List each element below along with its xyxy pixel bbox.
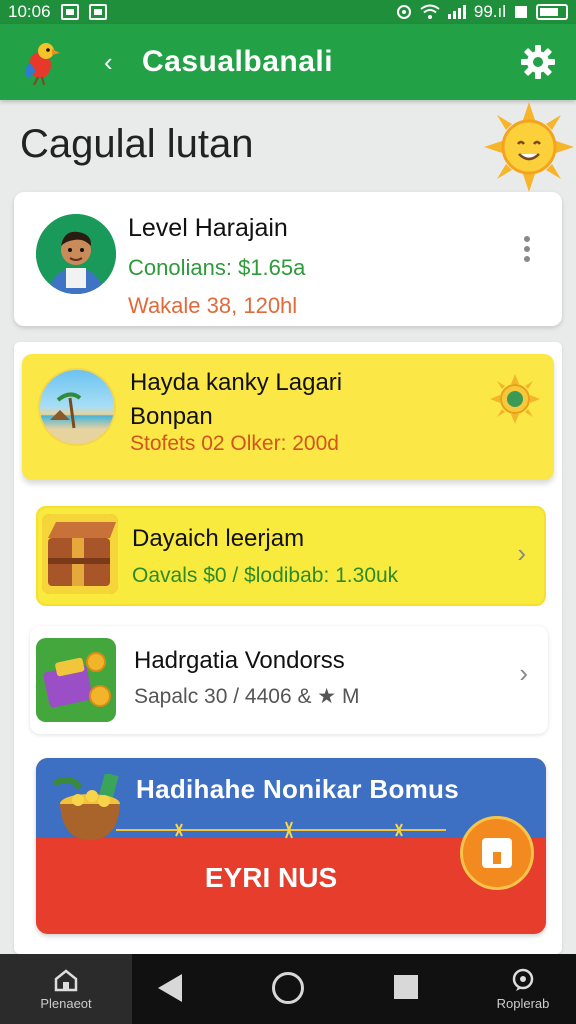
profile-card[interactable]: Level Harajain Conolians: $1.65a Wakale …: [14, 192, 562, 326]
beach-icon: [38, 368, 116, 446]
profile-stats: Wakale 38, 120hl: [128, 293, 298, 318]
kebab-menu-icon[interactable]: [524, 236, 532, 262]
nav-chat-tab[interactable]: Roplerab: [470, 954, 576, 1024]
gift-box-icon: [36, 638, 116, 722]
battery-icon: [536, 4, 568, 20]
nav-home-label: Plenaeot: [40, 995, 92, 1011]
chevron-right-icon: ›: [517, 538, 526, 568]
back-button[interactable]: ‹: [104, 47, 124, 78]
home-icon: [54, 968, 78, 991]
item-subtitle: Stofets 02 Olker: 200d: [130, 432, 339, 455]
status-bar: 10:06 99.ıl: [0, 0, 576, 24]
item-subtitle: Sapalc 30 / 4406 & ★ M: [134, 685, 360, 708]
home-fab-button[interactable]: [460, 816, 534, 890]
system-home-button[interactable]: [272, 972, 304, 1004]
list-item[interactable]: Dayaich leerjam Oavals $0 / $lodibab: 1.…: [36, 506, 546, 606]
gear-icon[interactable]: [518, 42, 558, 82]
item-title: Hadrgatia Vondorss: [134, 647, 345, 674]
system-recents-button[interactable]: [394, 975, 418, 999]
bonus-banner[interactable]: Hadihahe Nonikar Bomus EYRI NUS: [36, 758, 546, 934]
app-bar: ‹ Casualbanali: [0, 24, 576, 100]
nfc-icon: [396, 5, 411, 19]
globe-badge-icon: [490, 374, 540, 424]
notification-icon: [60, 4, 79, 20]
status-time: 10:06: [8, 2, 51, 21]
item-subtitle: Oavals $0 / $lodibab: 1.30uk: [132, 564, 399, 587]
banner-title: Hadihahe Nonikar Bomus: [136, 774, 459, 804]
parrot-logo-icon: [25, 43, 60, 85]
signal-icon: [447, 5, 466, 19]
treasure-chest-icon: [42, 514, 118, 594]
list-item[interactable]: Hayda kanky Lagari Bonpan Stofets 02 Olk…: [22, 354, 554, 480]
network-indicator: 99.ıl: [473, 2, 506, 21]
profile-balance: Conolians: $1.65a: [128, 255, 306, 280]
wifi-icon: [420, 4, 440, 19]
bottom-navigation: Plenaeot Roplerab: [0, 954, 576, 1024]
image-notification-icon: [88, 4, 107, 20]
item-title: Hayda kanky Lagari Bonpan: [130, 369, 343, 430]
item-title: Dayaich leerjam: [132, 525, 305, 552]
sun-mascot-icon: [484, 102, 574, 192]
sparkle-divider: [116, 821, 446, 839]
list-item[interactable]: Hadrgatia Vondorss Sapalc 30 / 4406 & ★ …: [30, 626, 548, 734]
data-icon: [515, 6, 527, 18]
app-title: Casualbanali: [142, 45, 334, 78]
home-icon: [482, 838, 512, 868]
avatar: [36, 214, 116, 294]
chat-icon: [512, 968, 534, 991]
nav-chat-label: Roplerab: [496, 995, 550, 1011]
profile-name: Level Harajain: [128, 214, 288, 242]
system-back-button[interactable]: [158, 974, 182, 1002]
nav-home-tab[interactable]: Plenaeot: [0, 954, 132, 1024]
page-title: Cagulal lutan: [20, 122, 254, 166]
chevron-right-icon: ›: [519, 658, 528, 688]
